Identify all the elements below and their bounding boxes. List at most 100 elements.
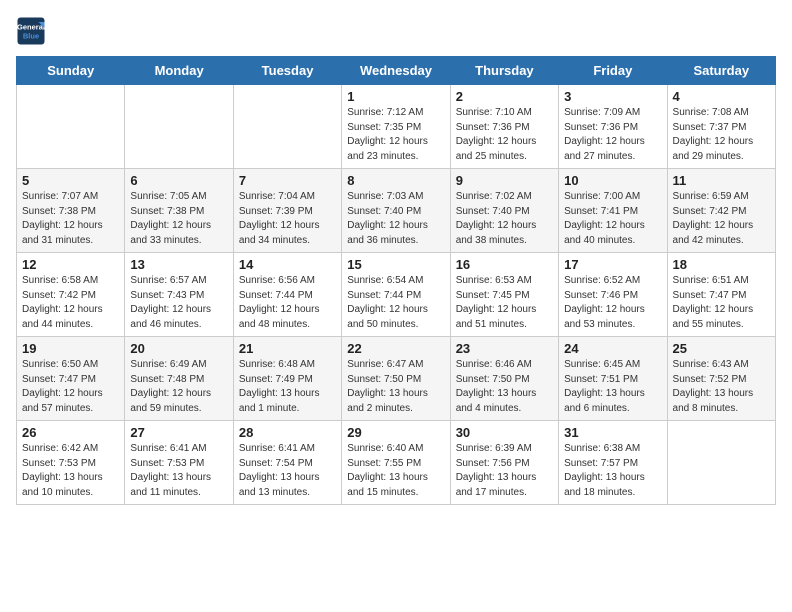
day-number: 21: [239, 341, 336, 356]
day-number: 14: [239, 257, 336, 272]
calendar-cell: 26 Sunrise: 6:42 AM Sunset: 7:53 PM Dayli…: [17, 421, 125, 505]
day-number: 24: [564, 341, 661, 356]
day-info: Sunrise: 7:09 AM Sunset: 7:36 PM Dayligh…: [564, 106, 661, 164]
calendar-cell: [667, 421, 775, 505]
calendar-cell: 30 Sunrise: 6:39 AM Sunset: 7:56 PM Dayli…: [450, 421, 558, 505]
calendar-cell: 29Sunrise: 6:40 AM Sunset: 7:55 PM Dayli…: [342, 421, 450, 505]
day-number: 4: [673, 89, 770, 104]
calendar-table: SundayMondayTuesdayWednesdayThursdayFrid…: [16, 56, 776, 505]
day-number: 1: [347, 89, 444, 104]
day-info: Sunrise: 6:38 AM Sunset: 7:57 PM Dayligh…: [564, 442, 661, 500]
calendar-cell: 15 Sunrise: 6:54 AM Sunset: 7:44 PM Dayli…: [342, 253, 450, 337]
day-info: Sunrise: 6:49 AM Sunset: 7:48 PM Dayligh…: [130, 358, 227, 416]
day-number: 9: [456, 173, 553, 188]
weekday-header: Wednesday: [342, 57, 450, 85]
calendar-cell: 10 Sunrise: 7:00 AM Sunset: 7:41 PM Dayli…: [559, 169, 667, 253]
day-number: 17: [564, 257, 661, 272]
day-number: 19: [22, 341, 119, 356]
calendar-cell: 13 Sunrise: 6:57 AM Sunset: 7:43 PM Dayli…: [125, 253, 233, 337]
day-info: Sunrise: 6:52 AM Sunset: 7:46 PM Dayligh…: [564, 274, 661, 332]
calendar-cell: 7 Sunrise: 7:04 AM Sunset: 7:39 PM Daylig…: [233, 169, 341, 253]
calendar-cell: 23 Sunrise: 6:46 AM Sunset: 7:50 PM Dayli…: [450, 337, 558, 421]
page-header: General Blue: [16, 16, 776, 46]
day-info: Sunrise: 7:08 AM Sunset: 7:37 PM Dayligh…: [673, 106, 770, 164]
day-info: Sunrise: 7:04 AM Sunset: 7:39 PM Dayligh…: [239, 190, 336, 248]
day-number: 11: [673, 173, 770, 188]
logo: General Blue: [16, 16, 50, 46]
day-number: 8: [347, 173, 444, 188]
day-info: Sunrise: 6:42 AM Sunset: 7:53 PM Dayligh…: [22, 442, 119, 500]
calendar-week-row: 5 Sunrise: 7:07 AM Sunset: 7:38 PM Daylig…: [17, 169, 776, 253]
calendar-cell: [233, 85, 341, 169]
day-number: 6: [130, 173, 227, 188]
calendar-cell: 12Sunrise: 6:58 AM Sunset: 7:42 PM Dayli…: [17, 253, 125, 337]
day-info: Sunrise: 6:51 AM Sunset: 7:47 PM Dayligh…: [673, 274, 770, 332]
weekday-header: Friday: [559, 57, 667, 85]
calendar-cell: 4 Sunrise: 7:08 AM Sunset: 7:37 PM Daylig…: [667, 85, 775, 169]
calendar-cell: 3 Sunrise: 7:09 AM Sunset: 7:36 PM Daylig…: [559, 85, 667, 169]
svg-text:Blue: Blue: [23, 32, 39, 41]
calendar-cell: 20 Sunrise: 6:49 AM Sunset: 7:48 PM Dayli…: [125, 337, 233, 421]
day-number: 15: [347, 257, 444, 272]
day-info: Sunrise: 6:56 AM Sunset: 7:44 PM Dayligh…: [239, 274, 336, 332]
day-info: Sunrise: 6:57 AM Sunset: 7:43 PM Dayligh…: [130, 274, 227, 332]
day-number: 10: [564, 173, 661, 188]
calendar-body: 1Sunrise: 7:12 AM Sunset: 7:35 PM Daylig…: [17, 85, 776, 505]
day-info: Sunrise: 6:41 AM Sunset: 7:54 PM Dayligh…: [239, 442, 336, 500]
weekday-header: Tuesday: [233, 57, 341, 85]
day-number: 7: [239, 173, 336, 188]
calendar-cell: 5 Sunrise: 7:07 AM Sunset: 7:38 PM Daylig…: [17, 169, 125, 253]
day-info: Sunrise: 6:46 AM Sunset: 7:50 PM Dayligh…: [456, 358, 553, 416]
calendar-cell: 14 Sunrise: 6:56 AM Sunset: 7:44 PM Dayli…: [233, 253, 341, 337]
day-number: 30: [456, 425, 553, 440]
day-info: Sunrise: 6:53 AM Sunset: 7:45 PM Dayligh…: [456, 274, 553, 332]
calendar-cell: 27 Sunrise: 6:41 AM Sunset: 7:53 PM Dayli…: [125, 421, 233, 505]
day-info: Sunrise: 6:43 AM Sunset: 7:52 PM Dayligh…: [673, 358, 770, 416]
day-number: 26: [22, 425, 119, 440]
calendar-cell: 8Sunrise: 7:03 AM Sunset: 7:40 PM Daylig…: [342, 169, 450, 253]
calendar-cell: 17 Sunrise: 6:52 AM Sunset: 7:46 PM Dayli…: [559, 253, 667, 337]
day-number: 31: [564, 425, 661, 440]
calendar-cell: 28 Sunrise: 6:41 AM Sunset: 7:54 PM Dayli…: [233, 421, 341, 505]
day-info: Sunrise: 7:10 AM Sunset: 7:36 PM Dayligh…: [456, 106, 553, 164]
calendar-week-row: 26 Sunrise: 6:42 AM Sunset: 7:53 PM Dayli…: [17, 421, 776, 505]
calendar-cell: [125, 85, 233, 169]
day-number: 3: [564, 89, 661, 104]
weekday-header: Sunday: [17, 57, 125, 85]
day-info: Sunrise: 7:00 AM Sunset: 7:41 PM Dayligh…: [564, 190, 661, 248]
weekday-header: Thursday: [450, 57, 558, 85]
day-number: 13: [130, 257, 227, 272]
calendar-cell: 24 Sunrise: 6:45 AM Sunset: 7:51 PM Dayli…: [559, 337, 667, 421]
day-number: 22: [347, 341, 444, 356]
day-info: Sunrise: 6:41 AM Sunset: 7:53 PM Dayligh…: [130, 442, 227, 500]
calendar-week-row: 19 Sunrise: 6:50 AM Sunset: 7:47 PM Dayli…: [17, 337, 776, 421]
calendar-cell: 9Sunrise: 7:02 AM Sunset: 7:40 PM Daylig…: [450, 169, 558, 253]
calendar-header-row: SundayMondayTuesdayWednesdayThursdayFrid…: [17, 57, 776, 85]
day-info: Sunrise: 6:54 AM Sunset: 7:44 PM Dayligh…: [347, 274, 444, 332]
day-info: Sunrise: 6:47 AM Sunset: 7:50 PM Dayligh…: [347, 358, 444, 416]
day-number: 20: [130, 341, 227, 356]
logo-icon: General Blue: [16, 16, 46, 46]
day-info: Sunrise: 6:50 AM Sunset: 7:47 PM Dayligh…: [22, 358, 119, 416]
calendar-cell: 6 Sunrise: 7:05 AM Sunset: 7:38 PM Daylig…: [125, 169, 233, 253]
day-number: 23: [456, 341, 553, 356]
day-number: 5: [22, 173, 119, 188]
day-number: 28: [239, 425, 336, 440]
calendar-cell: 18 Sunrise: 6:51 AM Sunset: 7:47 PM Dayli…: [667, 253, 775, 337]
day-info: Sunrise: 6:39 AM Sunset: 7:56 PM Dayligh…: [456, 442, 553, 500]
calendar-cell: 16Sunrise: 6:53 AM Sunset: 7:45 PM Dayli…: [450, 253, 558, 337]
calendar-cell: 2Sunrise: 7:10 AM Sunset: 7:36 PM Daylig…: [450, 85, 558, 169]
calendar-cell: 19 Sunrise: 6:50 AM Sunset: 7:47 PM Dayli…: [17, 337, 125, 421]
calendar-cell: [17, 85, 125, 169]
day-info: Sunrise: 6:45 AM Sunset: 7:51 PM Dayligh…: [564, 358, 661, 416]
day-number: 27: [130, 425, 227, 440]
weekday-header: Saturday: [667, 57, 775, 85]
calendar-cell: 31 Sunrise: 6:38 AM Sunset: 7:57 PM Dayli…: [559, 421, 667, 505]
calendar-week-row: 12Sunrise: 6:58 AM Sunset: 7:42 PM Dayli…: [17, 253, 776, 337]
day-info: Sunrise: 6:48 AM Sunset: 7:49 PM Dayligh…: [239, 358, 336, 416]
day-number: 18: [673, 257, 770, 272]
day-info: Sunrise: 6:58 AM Sunset: 7:42 PM Dayligh…: [22, 274, 119, 332]
day-info: Sunrise: 6:40 AM Sunset: 7:55 PM Dayligh…: [347, 442, 444, 500]
day-info: Sunrise: 7:05 AM Sunset: 7:38 PM Dayligh…: [130, 190, 227, 248]
day-info: Sunrise: 7:07 AM Sunset: 7:38 PM Dayligh…: [22, 190, 119, 248]
